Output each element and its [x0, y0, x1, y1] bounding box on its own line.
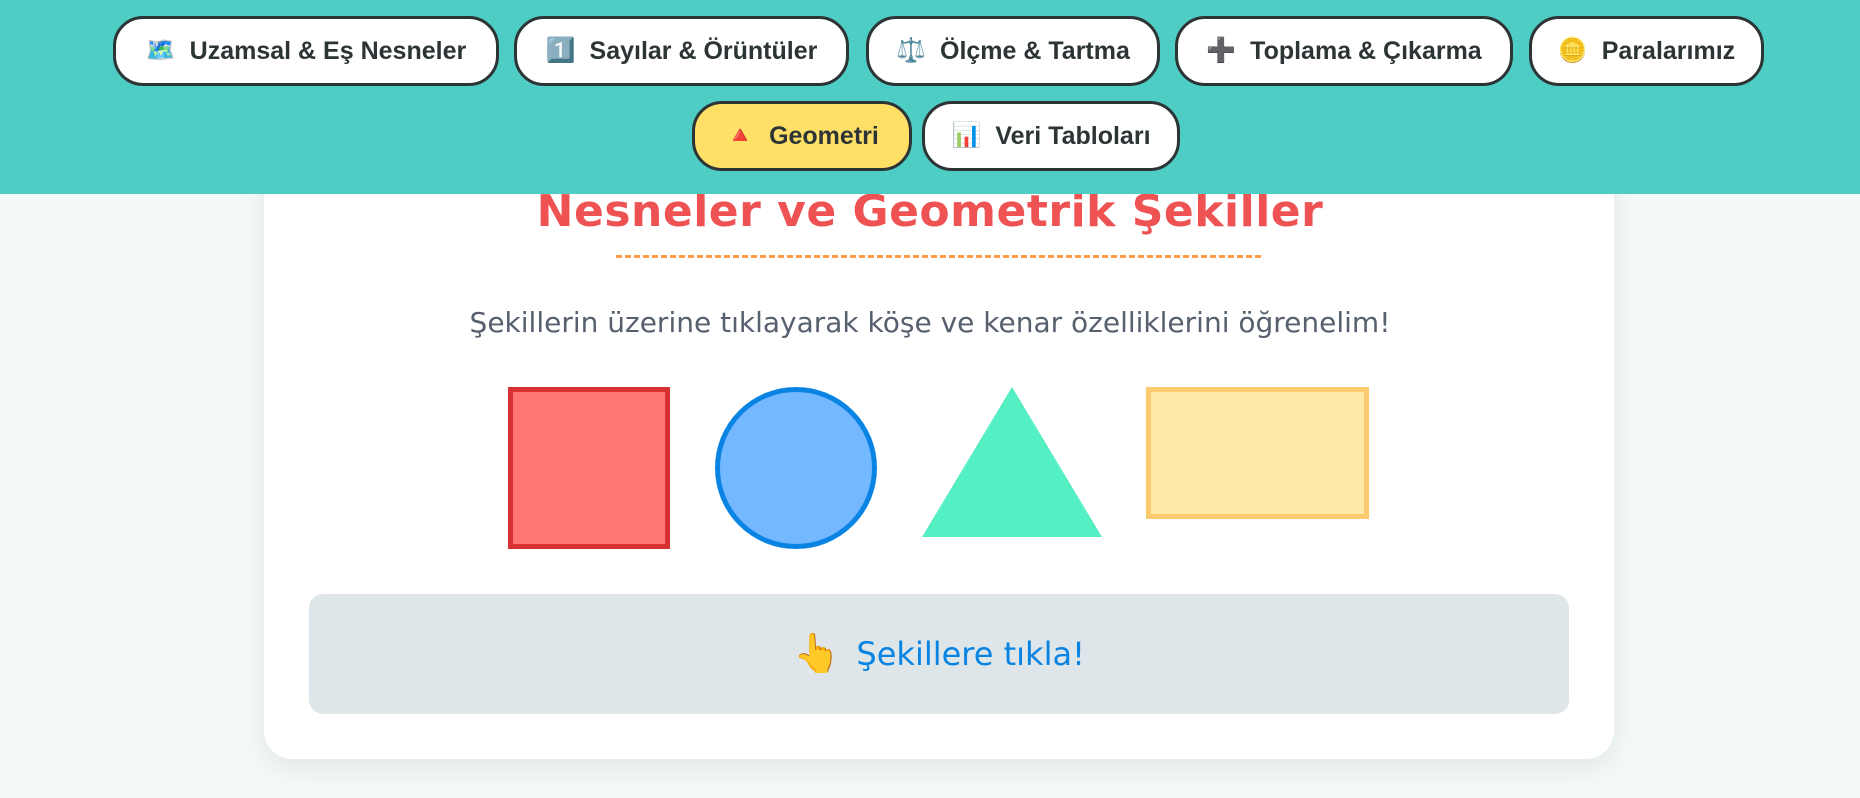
nav-tab-sayilar[interactable]: 1️⃣ Sayılar & Örüntüler [514, 16, 849, 86]
number-one-icon: 1️⃣ [545, 37, 576, 64]
feedback-box: 👆 Şekillere tıkla! [309, 594, 1569, 714]
nav-tab-label: Ölçme & Tartma [940, 36, 1130, 65]
triangle-polygon[interactable] [922, 387, 1102, 537]
map-icon: 🗺️ [145, 37, 176, 64]
feedback-text: Şekillere tıkla! [856, 635, 1085, 673]
nav-tab-uzamsal[interactable]: 🗺️ Uzamsal & Eş Nesneler [113, 16, 499, 86]
nav-tab-label: Uzamsal & Eş Nesneler [189, 36, 467, 65]
pointing-hand-icon: 👆 [793, 633, 841, 675]
nav-tab-paralar[interactable]: 🪙 Paralarımız [1529, 16, 1764, 86]
triangle-svg[interactable] [922, 387, 1102, 537]
nav-tab-label: Toplama & Çıkarma [1250, 36, 1482, 65]
title-underline [616, 255, 1261, 258]
triangle-shape[interactable] [922, 387, 1102, 537]
nav-tab-label: Paralarımız [1601, 36, 1736, 65]
instruction-text: Şekillerin üzerine tıklayarak köşe ve ke… [469, 306, 1391, 339]
coin-icon: 🪙 [1557, 37, 1588, 64]
balance-scale-icon: ⚖️ [896, 37, 926, 64]
triangle-icon: 🔺 [725, 122, 756, 149]
nav-tab-label: Veri Tabloları [995, 121, 1151, 150]
plus-icon: ➕ [1206, 37, 1237, 64]
top-nav: 🗺️ Uzamsal & Eş Nesneler 1️⃣ Sayılar & Ö… [0, 0, 1860, 194]
nav-tab-label: Geometri [769, 121, 879, 150]
nav-tab-toplama[interactable]: ➕ Toplama & Çıkarma [1175, 16, 1513, 86]
rectangle-shape[interactable] [1146, 387, 1369, 519]
square-shape[interactable] [508, 387, 670, 549]
nav-tab-veri[interactable]: 📊 Veri Tabloları [922, 101, 1180, 171]
nav-tab-olcme[interactable]: ⚖️ Ölçme & Tartma [866, 16, 1160, 86]
nav-tab-geometri[interactable]: 🔺 Geometri [692, 101, 912, 171]
bar-chart-icon: 📊 [951, 122, 982, 149]
circle-shape[interactable] [715, 387, 877, 549]
nav-tab-label: Sayılar & Örüntüler [589, 36, 818, 65]
